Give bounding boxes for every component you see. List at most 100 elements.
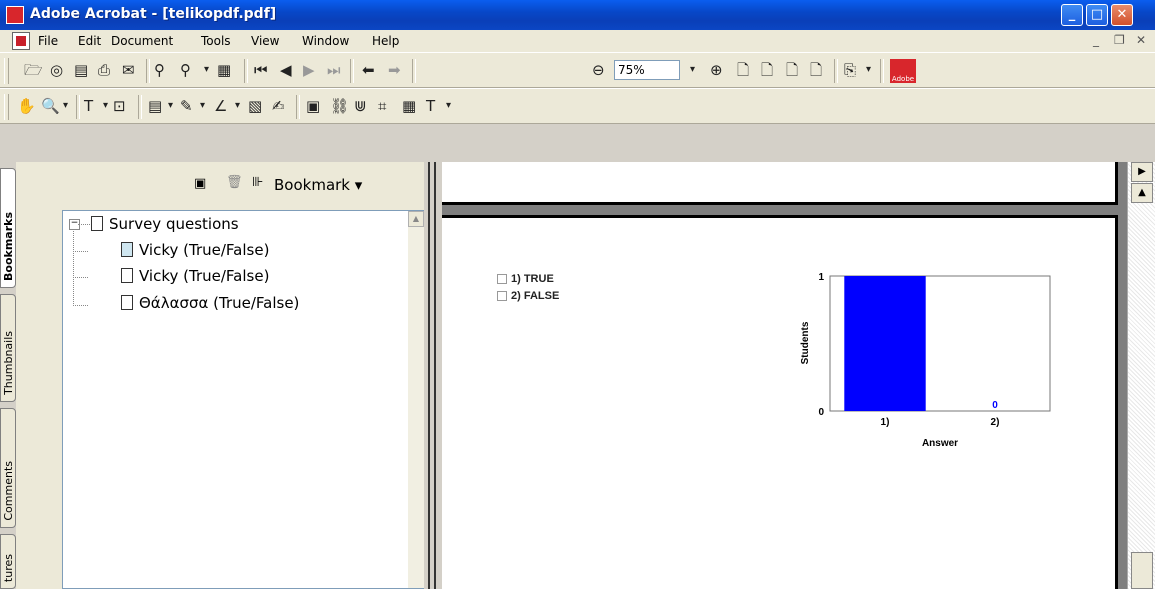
first-page-icon[interactable]: ⏮ [254, 61, 268, 79]
find-icon[interactable]: ⚲ [154, 61, 165, 79]
x-tick-label: 2) [991, 417, 1000, 428]
tab-thumbnails[interactable]: Thumbnails [0, 294, 16, 402]
option-false: 2) FALSE [497, 290, 559, 302]
highlight-dropdown-icon[interactable]: ▾ [235, 97, 240, 115]
bookmarks-toolbar: ▣ 🗑 ⊪ Bookmark ▾ [16, 170, 424, 204]
minimize-button[interactable]: _ [1061, 4, 1083, 26]
document-icon[interactable] [12, 32, 30, 50]
tab-signatures[interactable]: tures [0, 534, 16, 589]
last-page-icon[interactable]: ⏭ [327, 61, 341, 79]
hand-tool-icon[interactable]: ✋ [17, 97, 36, 115]
search-icon[interactable]: ⚲ [180, 61, 191, 79]
fit-width-icon[interactable]: 🗋 [786, 61, 798, 79]
go-back-icon[interactable]: ⬅ [362, 61, 375, 79]
bookmarks-tree: ▲ − Survey questions Vicky (True/False) … [62, 210, 425, 589]
menu-view[interactable]: View [251, 34, 279, 48]
page-icon [121, 268, 133, 283]
pencil-tool-icon[interactable]: ✎ [180, 97, 193, 115]
next-page-icon[interactable]: ▶ [303, 61, 315, 79]
fit-page-icon[interactable]: 🗋 [761, 61, 773, 79]
checkbox-icon [497, 274, 507, 285]
delete-bookmark-icon[interactable]: 🗑 [226, 175, 243, 190]
touchup-dropdown-icon[interactable]: ▾ [446, 97, 451, 115]
tab-comments[interactable]: Comments [0, 408, 16, 528]
go-forward-icon[interactable]: ➡ [388, 61, 401, 79]
document-scrollbar[interactable]: ▶ ▲ [1127, 162, 1155, 589]
doc-minimize-icon[interactable]: _ [1093, 33, 1099, 47]
menu-document[interactable]: Document [111, 34, 173, 48]
open-icon[interactable]: 🗁 [24, 61, 43, 79]
text-select-tool-icon[interactable]: T [84, 97, 93, 115]
print-icon[interactable]: ⎙ [98, 61, 110, 79]
spell-check-icon[interactable]: ▧ [248, 97, 262, 115]
text-select-dropdown-icon[interactable]: ▾ [103, 97, 108, 115]
zoom-tool-dropdown-icon[interactable]: ▾ [63, 97, 68, 115]
menu-help[interactable]: Help [372, 34, 399, 48]
expand-bookmark-icon[interactable]: ⊪ [252, 175, 263, 190]
menu-edit[interactable]: Edit [78, 34, 101, 48]
page-icon [121, 295, 133, 310]
editing-toolbar: ✋ 🔍 ▾ T ▾ ⊡ ▤ ▾ ✎ ▾ ∠ ▾ ▧ ✍ ▣ ⛓ ⋓ ⌗ ▦ T … [0, 88, 1155, 124]
note-dropdown-icon[interactable]: ▾ [168, 97, 173, 115]
zoom-in-icon[interactable]: ⊕ [710, 61, 723, 79]
acrobat-app-icon [6, 6, 24, 24]
menu-file[interactable]: File [38, 34, 58, 48]
zoom-out-icon[interactable]: ⊖ [592, 61, 605, 79]
close-button[interactable]: ✕ [1111, 4, 1133, 26]
bookmark-menu[interactable]: Bookmark ▾ [274, 176, 362, 194]
menu-tools[interactable]: Tools [201, 34, 231, 48]
adobe-logo[interactable]: Adobe [890, 59, 916, 83]
fit-visible-icon[interactable]: 🗋 [810, 61, 822, 79]
pdf-page-previous [442, 162, 1118, 205]
next-page-arrow-icon[interactable]: ▶ [1131, 162, 1153, 182]
window-title: Adobe Acrobat - [telikopdf.pdf] [30, 6, 277, 22]
highlight-tool-icon[interactable]: ∠ [214, 97, 227, 115]
graphics-select-icon[interactable]: ⊡ [113, 97, 126, 115]
email-icon[interactable]: ✉ [122, 61, 135, 79]
results-bar-chart: 0 1 1) 2) 0 Students Answer [800, 272, 1051, 449]
web-capture-icon[interactable]: ◎ [50, 61, 63, 79]
option-true: 1) TRUE [497, 273, 554, 285]
x-axis-label: Answer [922, 438, 958, 449]
main-toolbar: 🗁 ◎ ▤ ⎙ ✉ ⚲ ⚲ ▾ ▦ ⏮ ◀ ▶ ⏭ ⬅ ➡ ⊖ 75% ▾ ⊕ … [0, 52, 1155, 88]
article-tool-icon[interactable]: ⋓ [354, 97, 367, 115]
tab-bookmarks[interactable]: Bookmarks [0, 168, 16, 288]
link-tool-icon[interactable]: ⛓ [330, 97, 349, 115]
zoom-input[interactable]: 75% [614, 60, 680, 80]
movie-tool-icon[interactable]: ▣ [306, 97, 320, 115]
bar [844, 276, 926, 411]
note-tool-icon[interactable]: ▤ [148, 97, 162, 115]
bookmark-item[interactable]: Vicky (True/False) [121, 267, 269, 285]
bookmark-survey-questions[interactable]: Survey questions [91, 215, 239, 233]
navigation-tabs: Bookmarks Thumbnails Comments tures [0, 162, 16, 589]
maximize-button[interactable]: □ [1086, 4, 1108, 26]
page-icon [121, 242, 133, 257]
doc-close-icon[interactable]: ✕ [1136, 33, 1146, 47]
show-navigation-pane-icon[interactable]: ▦ [217, 61, 231, 79]
scroll-up-icon[interactable]: ▲ [1131, 183, 1153, 203]
bookmark-item[interactable]: Vicky (True/False) [121, 241, 269, 259]
data-label: 0 [992, 400, 998, 411]
bookmarks-scroll-up-icon[interactable]: ▲ [408, 211, 424, 227]
menu-window[interactable]: Window [302, 34, 349, 48]
pane-splitter[interactable] [424, 162, 442, 589]
touchup-text-icon[interactable]: T [426, 97, 435, 115]
rotate-dropdown-icon[interactable]: ▾ [866, 61, 871, 79]
pencil-dropdown-icon[interactable]: ▾ [200, 97, 205, 115]
zoom-tool-icon[interactable]: 🔍 [41, 97, 60, 115]
rotate-icon[interactable]: ⎘ [844, 61, 856, 79]
actual-size-icon[interactable]: 🗋 [737, 61, 749, 79]
doc-restore-icon[interactable]: ❐ [1114, 33, 1125, 47]
search-dropdown-icon[interactable]: ▾ [204, 61, 209, 79]
new-bookmark-icon[interactable]: ▣ [194, 176, 206, 191]
previous-page-icon[interactable]: ◀ [280, 61, 292, 79]
bookmarks-scrollbar[interactable]: ▲ [408, 211, 424, 588]
zoom-dropdown-icon[interactable]: ▾ [690, 61, 695, 79]
save-icon[interactable]: ▤ [74, 61, 88, 79]
sign-icon[interactable]: ✍ [272, 97, 285, 115]
x-tick-label: 1) [881, 417, 890, 428]
bookmark-item[interactable]: Θάλασσα (True/False) [121, 294, 299, 312]
crop-tool-icon[interactable]: ⌗ [378, 97, 386, 115]
form-tool-icon[interactable]: ▦ [402, 97, 416, 115]
scroll-thumb[interactable] [1131, 552, 1153, 589]
